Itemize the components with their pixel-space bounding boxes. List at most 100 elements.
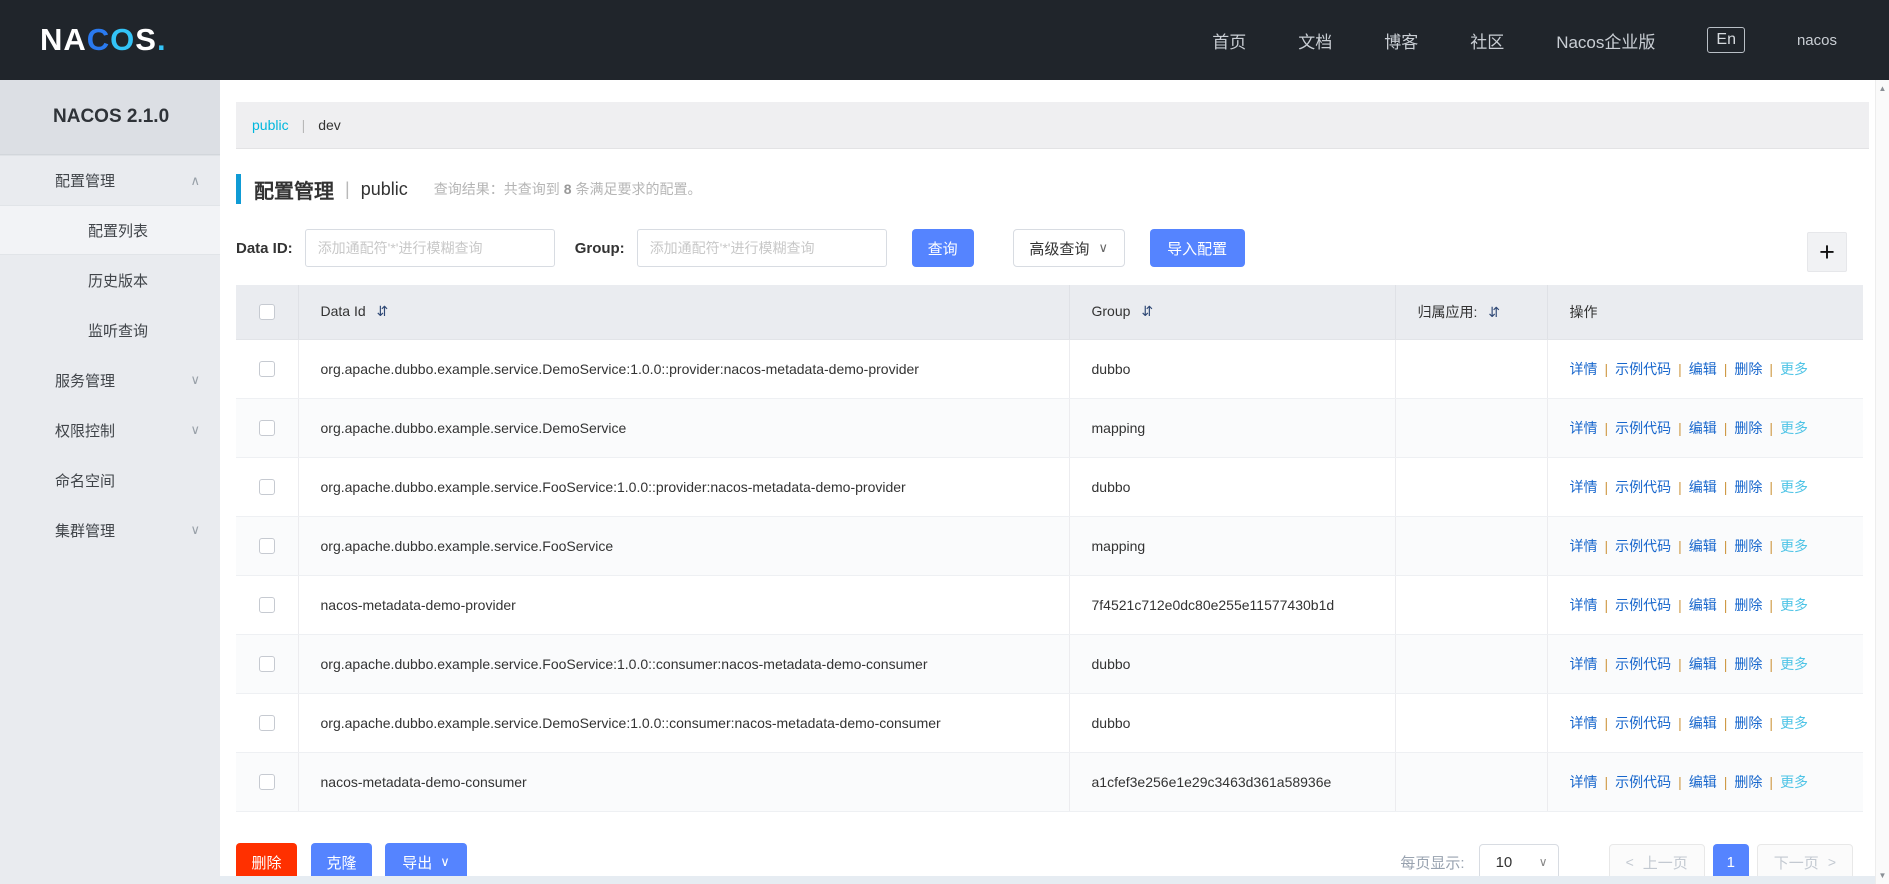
action-edit-link[interactable]: 编辑 bbox=[1689, 656, 1717, 672]
horizontal-scrollbar[interactable] bbox=[220, 876, 1875, 884]
row-checkbox[interactable] bbox=[259, 420, 275, 436]
action-more-link[interactable]: 更多 bbox=[1780, 420, 1808, 436]
action-more-link[interactable]: 更多 bbox=[1780, 715, 1808, 731]
sidebar-item-listening-query[interactable]: 监听查询 bbox=[0, 305, 220, 355]
sort-icon[interactable]: ⇵ bbox=[1141, 303, 1153, 319]
main-content: public | dev 配置管理 | public 查询结果：共查询到8条满足… bbox=[220, 80, 1875, 884]
action-example-code-link[interactable]: 示例代码 bbox=[1615, 774, 1671, 790]
nav-docs[interactable]: 文档 bbox=[1298, 28, 1332, 53]
action-edit-link[interactable]: 编辑 bbox=[1689, 715, 1717, 731]
scroll-up-icon[interactable]: ▲ bbox=[1876, 84, 1889, 93]
action-delete-link[interactable]: 删除 bbox=[1734, 774, 1762, 790]
vertical-scrollbar[interactable]: ▲ ▼ bbox=[1875, 80, 1889, 884]
action-delete-link[interactable]: 删除 bbox=[1734, 656, 1762, 672]
import-config-button[interactable]: 导入配置 bbox=[1150, 229, 1245, 267]
table-row: org.apache.dubbo.example.service.DemoSer… bbox=[236, 693, 1863, 752]
row-checkbox[interactable] bbox=[259, 715, 275, 731]
username[interactable]: nacos bbox=[1797, 32, 1837, 49]
row-checkbox[interactable] bbox=[259, 538, 275, 554]
action-edit-link[interactable]: 编辑 bbox=[1689, 479, 1717, 495]
add-config-button[interactable]: + bbox=[1807, 232, 1847, 272]
action-edit-link[interactable]: 编辑 bbox=[1689, 420, 1717, 436]
page-size-select[interactable]: 10 ∨ bbox=[1479, 844, 1559, 880]
sidebar-item-config-management[interactable]: 配置管理∧ bbox=[0, 155, 220, 205]
action-separator: | bbox=[1678, 361, 1682, 377]
action-separator: | bbox=[1678, 538, 1682, 554]
group-cell: 7f4521c712e0dc80e255e11577430b1d bbox=[1069, 575, 1395, 634]
nacos-logo[interactable]: NACOS. bbox=[40, 22, 167, 58]
sidebar-item-permission-control[interactable]: 权限控制∨ bbox=[0, 405, 220, 455]
sidebar-item-namespace[interactable]: 命名空间 bbox=[0, 455, 220, 505]
action-detail-link[interactable]: 详情 bbox=[1570, 715, 1598, 731]
sidebar-item-service-management[interactable]: 服务管理∨ bbox=[0, 355, 220, 405]
action-delete-link[interactable]: 删除 bbox=[1734, 715, 1762, 731]
action-edit-link[interactable]: 编辑 bbox=[1689, 597, 1717, 613]
action-delete-link[interactable]: 删除 bbox=[1734, 479, 1762, 495]
action-detail-link[interactable]: 详情 bbox=[1570, 361, 1598, 377]
action-detail-link[interactable]: 详情 bbox=[1570, 656, 1598, 672]
action-delete-link[interactable]: 删除 bbox=[1734, 597, 1762, 613]
action-detail-link[interactable]: 详情 bbox=[1570, 597, 1598, 613]
select-all-checkbox[interactable] bbox=[259, 304, 275, 320]
row-checkbox[interactable] bbox=[259, 479, 275, 495]
action-example-code-link[interactable]: 示例代码 bbox=[1615, 479, 1671, 495]
current-page-button[interactable]: 1 bbox=[1713, 844, 1749, 880]
sort-icon[interactable]: ⇵ bbox=[377, 303, 389, 319]
actions-cell: 详情|示例代码|编辑|删除|更多 bbox=[1547, 398, 1863, 457]
action-edit-link[interactable]: 编辑 bbox=[1689, 774, 1717, 790]
row-checkbox[interactable] bbox=[259, 774, 275, 790]
action-more-link[interactable]: 更多 bbox=[1780, 538, 1808, 554]
action-example-code-link[interactable]: 示例代码 bbox=[1615, 361, 1671, 377]
action-more-link[interactable]: 更多 bbox=[1780, 774, 1808, 790]
breadcrumb-namespace[interactable]: public bbox=[252, 117, 289, 133]
data-id-input[interactable] bbox=[305, 229, 555, 267]
action-more-link[interactable]: 更多 bbox=[1780, 597, 1808, 613]
action-example-code-link[interactable]: 示例代码 bbox=[1615, 420, 1671, 436]
action-detail-link[interactable]: 详情 bbox=[1570, 420, 1598, 436]
sidebar-item-cluster-management[interactable]: 集群管理∨ bbox=[0, 505, 220, 555]
action-detail-link[interactable]: 详情 bbox=[1570, 538, 1598, 554]
action-delete-link[interactable]: 删除 bbox=[1734, 538, 1762, 554]
row-checkbox[interactable] bbox=[259, 361, 275, 377]
action-example-code-link[interactable]: 示例代码 bbox=[1615, 715, 1671, 731]
action-more-link[interactable]: 更多 bbox=[1780, 479, 1808, 495]
next-page-button[interactable]: 下一页 bbox=[1757, 844, 1853, 880]
prev-page-button[interactable]: 上一页 bbox=[1609, 844, 1705, 880]
breadcrumb-namespace-dev[interactable]: dev bbox=[318, 117, 341, 133]
language-toggle[interactable]: En bbox=[1707, 27, 1745, 53]
action-edit-link[interactable]: 编辑 bbox=[1689, 538, 1717, 554]
action-delete-link[interactable]: 删除 bbox=[1734, 420, 1762, 436]
action-separator: | bbox=[1769, 361, 1773, 377]
action-example-code-link[interactable]: 示例代码 bbox=[1615, 538, 1671, 554]
sidebar-item-history-versions[interactable]: 历史版本 bbox=[0, 255, 220, 305]
action-example-code-link[interactable]: 示例代码 bbox=[1615, 656, 1671, 672]
action-more-link[interactable]: 更多 bbox=[1780, 656, 1808, 672]
data-id-label: Data ID: bbox=[236, 240, 293, 257]
sort-icon[interactable]: ⇵ bbox=[1488, 304, 1500, 320]
action-more-link[interactable]: 更多 bbox=[1780, 361, 1808, 377]
group-input[interactable] bbox=[637, 229, 887, 267]
sidebar-item-label: 集群管理 bbox=[55, 520, 115, 541]
group-cell: a1cfef3e256e1e29c3463d361a58936e bbox=[1069, 752, 1395, 811]
sidebar-item-label: 配置列表 bbox=[88, 220, 148, 241]
row-checkbox[interactable] bbox=[259, 656, 275, 672]
group-cell: dubbo bbox=[1069, 634, 1395, 693]
action-delete-link[interactable]: 删除 bbox=[1734, 361, 1762, 377]
actions-cell: 详情|示例代码|编辑|删除|更多 bbox=[1547, 693, 1863, 752]
scroll-down-icon[interactable]: ▼ bbox=[1876, 871, 1889, 880]
advanced-query-button[interactable]: 高级查询 bbox=[1013, 229, 1125, 267]
nav-blog[interactable]: 博客 bbox=[1384, 28, 1418, 53]
query-button[interactable]: 查询 bbox=[912, 229, 974, 267]
action-detail-link[interactable]: 详情 bbox=[1570, 479, 1598, 495]
action-example-code-link[interactable]: 示例代码 bbox=[1615, 597, 1671, 613]
sidebar-item-label: 配置管理 bbox=[55, 170, 115, 191]
action-separator: | bbox=[1605, 361, 1609, 377]
action-edit-link[interactable]: 编辑 bbox=[1689, 361, 1717, 377]
nav-enterprise[interactable]: Nacos企业版 bbox=[1556, 28, 1655, 53]
nav-home[interactable]: 首页 bbox=[1212, 28, 1246, 53]
nav-community[interactable]: 社区 bbox=[1470, 28, 1504, 53]
actions-cell: 详情|示例代码|编辑|删除|更多 bbox=[1547, 575, 1863, 634]
sidebar-item-config-list[interactable]: 配置列表 bbox=[0, 205, 220, 255]
action-detail-link[interactable]: 详情 bbox=[1570, 774, 1598, 790]
row-checkbox[interactable] bbox=[259, 597, 275, 613]
